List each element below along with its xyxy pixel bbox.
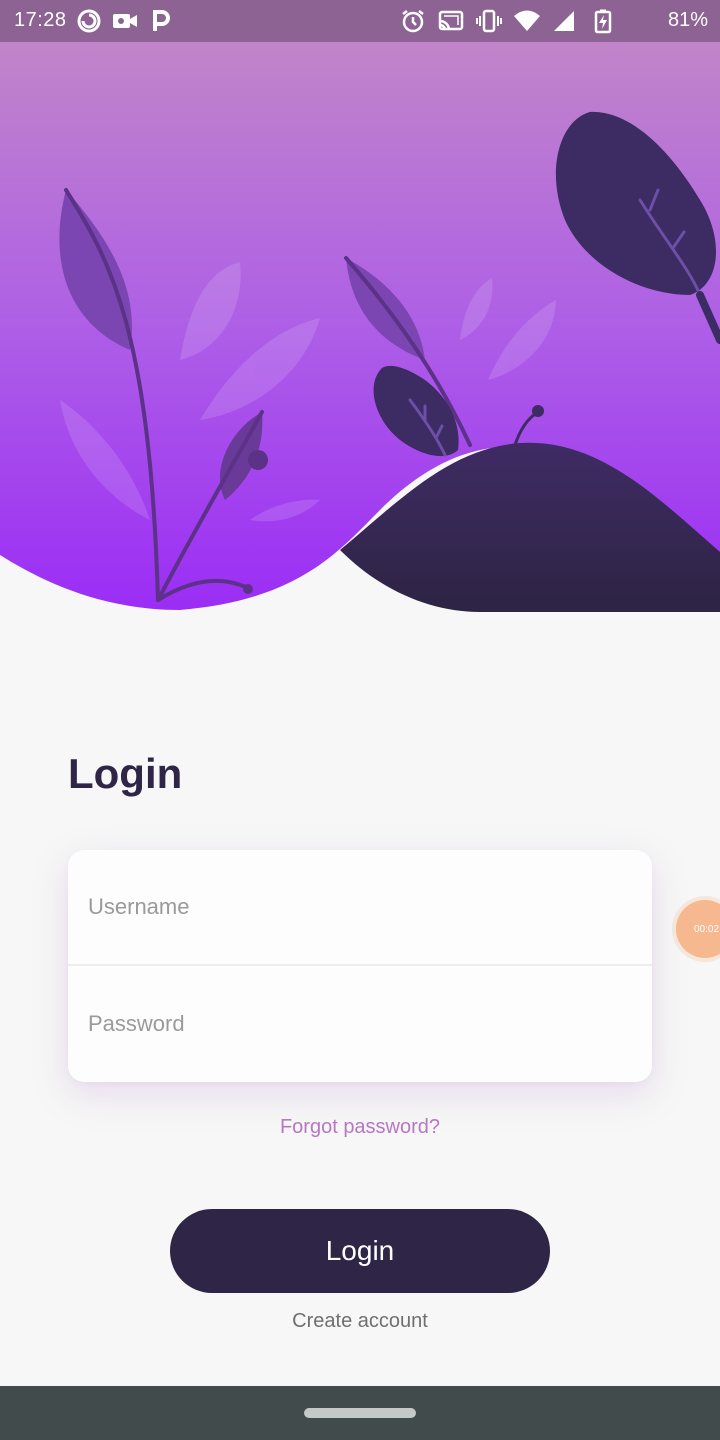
status-bar: 17:28 81% (0, 0, 720, 42)
page-title: Login (68, 750, 183, 797)
video-camera-icon (113, 14, 137, 28)
status-notification-icons (76, 8, 174, 34)
recorder-time: 00:02 (694, 923, 720, 935)
username-field[interactable] (68, 850, 652, 966)
plants-illustration (0, 40, 720, 612)
password-field[interactable] (68, 966, 652, 1082)
parking-icon (153, 10, 170, 31)
battery-percentage: 81% (667, 9, 708, 31)
username-input[interactable] (86, 893, 634, 921)
forgot-password-link[interactable]: Forgot password? (0, 1116, 720, 1139)
vibrate-icon (476, 9, 502, 33)
wifi-icon (514, 10, 540, 31)
home-gesture-handle[interactable] (304, 1408, 416, 1418)
pocketcasts-icon (77, 9, 101, 33)
password-input[interactable] (86, 1010, 634, 1038)
hero-illustration (0, 0, 720, 620)
cast-icon (438, 10, 464, 31)
status-system-icons (400, 8, 616, 34)
alarm-icon (402, 10, 424, 33)
login-card (68, 850, 652, 1082)
screen-recorder-bubble[interactable]: 00:02 (676, 900, 720, 958)
navigation-bar (0, 1386, 720, 1440)
create-account-link[interactable]: Create account (0, 1310, 720, 1333)
status-time: 17:28 (14, 9, 67, 31)
login-button[interactable]: Login (170, 1209, 550, 1293)
battery-charging-icon (594, 9, 612, 34)
cell-signal-icon (554, 11, 574, 31)
